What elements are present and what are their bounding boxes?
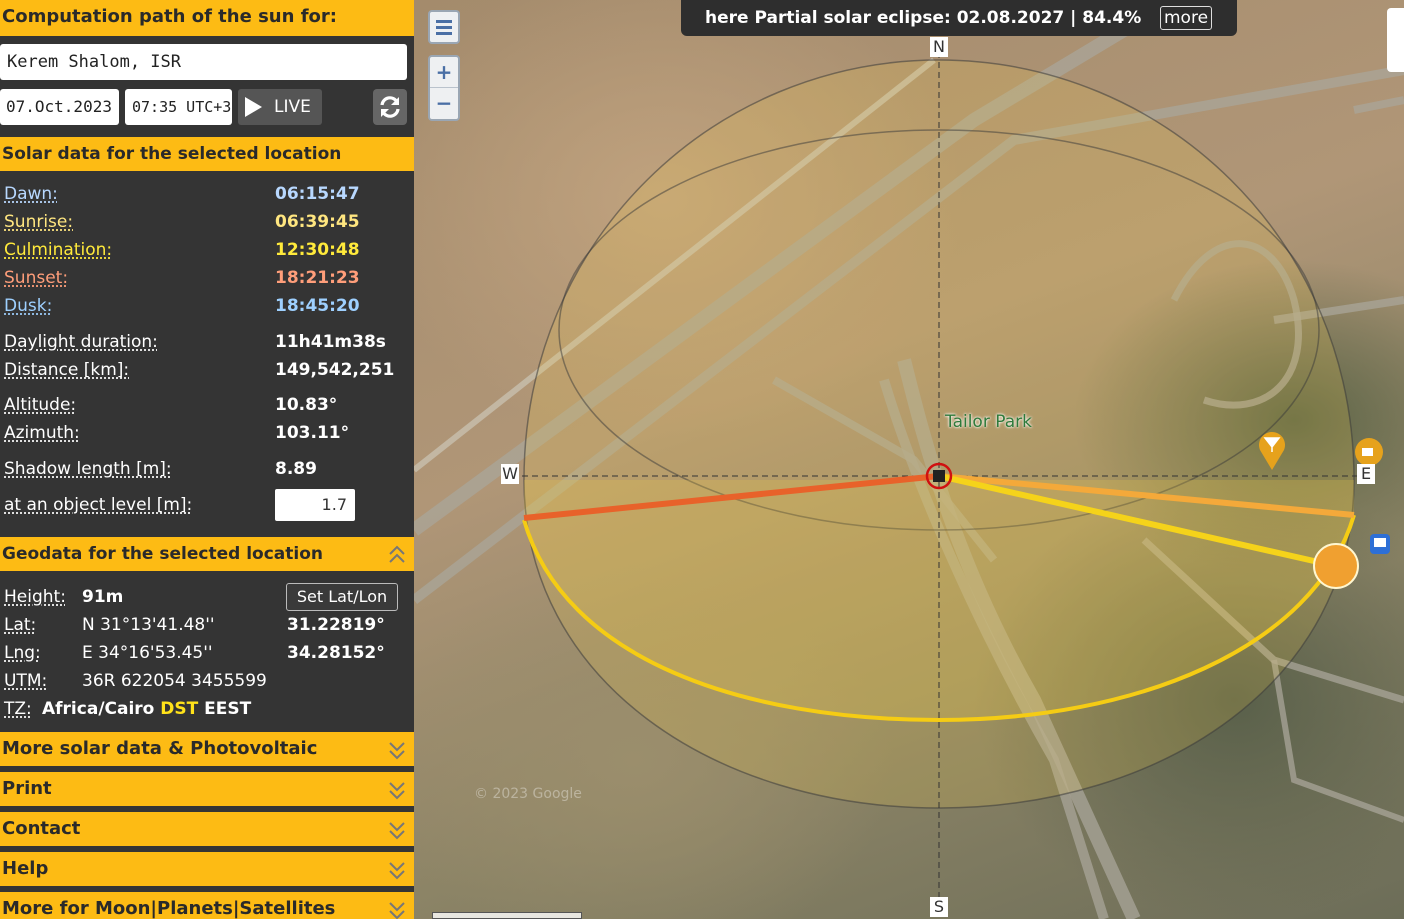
- section-label: Print: [2, 778, 52, 799]
- zoom-in-button[interactable]: +: [430, 57, 458, 88]
- lat-dms: N 31°13'41.48'': [82, 615, 215, 635]
- refresh-button[interactable]: [373, 89, 407, 125]
- time-input[interactable]: 07:35 UTC+3: [125, 89, 232, 125]
- expand-icon: [389, 902, 405, 919]
- utm-value: 36R 622054 3455599: [82, 671, 267, 691]
- lng-decimal: 34.28152°: [287, 643, 385, 663]
- distance-value: 149,542,251: [275, 360, 395, 380]
- section-more-solar[interactable]: More solar data & Photovoltaic: [0, 732, 414, 766]
- height-value: 91m: [82, 587, 124, 607]
- live-button[interactable]: LIVE: [238, 89, 322, 125]
- tz-dst: DST: [160, 699, 199, 719]
- live-label: LIVE: [274, 97, 311, 117]
- lat-label[interactable]: Lat:: [4, 612, 36, 638]
- lat-decimal: 31.22819°: [287, 615, 385, 635]
- layer-switch-button[interactable]: [1387, 8, 1404, 72]
- expand-icon: [389, 822, 405, 840]
- utm-label[interactable]: UTM:: [4, 668, 47, 694]
- map-menu-button[interactable]: [428, 10, 460, 44]
- lat-row: Lat: N 31°13'41.48'' 31.22819°: [4, 612, 410, 638]
- expand-icon: [389, 742, 405, 760]
- daylight-label[interactable]: Daylight duration:: [4, 329, 158, 355]
- shadow-value: 8.89: [275, 459, 317, 479]
- collapsed-sections: More solar data & Photovoltaic Print Con…: [0, 732, 414, 919]
- compass-north-label: N: [930, 37, 948, 57]
- map-overlay: [414, 0, 1404, 919]
- section-print[interactable]: Print: [0, 772, 414, 806]
- set-latlon-button[interactable]: Set Lat/Lon: [286, 583, 398, 611]
- culmination-label[interactable]: Culmination:: [4, 237, 112, 263]
- height-label[interactable]: Height:: [4, 584, 66, 610]
- section-contact[interactable]: Contact: [0, 812, 414, 846]
- location-marker-center: [933, 470, 945, 482]
- shadow-label[interactable]: Shadow length [m]:: [4, 456, 172, 482]
- poi-label[interactable]: Tailor Park: [945, 412, 1032, 432]
- date-input[interactable]: 07.Oct.2023: [0, 89, 119, 125]
- eclipse-more-button[interactable]: more: [1160, 6, 1213, 30]
- sunrise-label[interactable]: Sunrise:: [4, 209, 73, 235]
- menu-bar: [436, 20, 452, 23]
- sidebar: Computation path of the sun for: Kerem S…: [0, 0, 414, 919]
- sunset-value: 18:21:23: [275, 268, 360, 288]
- map-watermark: © 2023 Google: [474, 786, 582, 802]
- expand-icon: [389, 862, 405, 880]
- tz-value: Africa/Cairo DST EEST: [42, 696, 251, 722]
- azimuth-label[interactable]: Azimuth:: [4, 420, 80, 446]
- collapse-icon: [389, 545, 405, 563]
- bus-stop-icon[interactable]: [1370, 534, 1390, 554]
- culmination-value: 12:30:48: [275, 240, 360, 260]
- map-view[interactable]: + − here Partial solar eclipse: 02.08.20…: [414, 0, 1404, 919]
- section-help[interactable]: Help: [0, 852, 414, 886]
- sun-path-diagram: [512, 52, 1364, 900]
- dusk-label[interactable]: Dusk:: [4, 293, 52, 319]
- refresh-icon: [380, 96, 400, 118]
- sunrise-value: 06:39:45: [275, 212, 360, 232]
- dawn-label[interactable]: Dawn:: [4, 181, 58, 207]
- section-label: More solar data & Photovoltaic: [2, 738, 318, 759]
- azimuth-value: 103.11°: [275, 423, 350, 443]
- menu-bar: [436, 32, 452, 35]
- section-label: Contact: [2, 818, 81, 839]
- distance-label[interactable]: Distance [km]:: [4, 357, 129, 383]
- dusk-value: 18:45:20: [275, 296, 360, 316]
- section-label: More for Moon|Planets|Satellites: [2, 898, 336, 919]
- lng-dms: E 34°16'53.45'': [82, 643, 213, 663]
- tz-row: TZ: Africa/Cairo DST EEST: [4, 696, 410, 722]
- daylight-value: 11h41m38s: [275, 332, 386, 352]
- geodata-header-label: Geodata for the selected location: [2, 544, 323, 564]
- lng-label[interactable]: Lng:: [4, 640, 41, 666]
- location-title: Computation path of the sun for:: [0, 0, 414, 36]
- eclipse-text: here Partial solar eclipse: 02.08.2027 |…: [705, 8, 1142, 28]
- solar-data-header: Solar data for the selected location: [0, 137, 414, 171]
- sunset-label[interactable]: Sunset:: [4, 265, 68, 291]
- menu-bar: [436, 26, 452, 29]
- section-moon-planets[interactable]: More for Moon|Planets|Satellites: [0, 892, 414, 919]
- compass-south-label: S: [930, 897, 948, 917]
- lng-row: Lng: E 34°16'53.45'' 34.28152°: [4, 640, 410, 666]
- utm-row: UTM: 36R 622054 3455599: [4, 668, 410, 694]
- zoom-control: + −: [428, 55, 460, 121]
- altitude-value: 10.83°: [275, 395, 338, 415]
- object-level-input[interactable]: 1.7: [275, 489, 355, 521]
- sun-icon[interactable]: [1313, 543, 1359, 589]
- compass-east-label: E: [1357, 464, 1375, 484]
- tz-zone: Africa/Cairo: [42, 699, 155, 719]
- object-level-label[interactable]: at an object level [m]:: [4, 492, 192, 518]
- location-search-input[interactable]: Kerem Shalom, ISR: [0, 44, 407, 80]
- zoom-out-button[interactable]: −: [430, 88, 458, 119]
- play-icon: [245, 97, 262, 117]
- tz-abbr: EEST: [204, 699, 252, 719]
- compass-west-label: W: [501, 464, 519, 484]
- eclipse-banner: here Partial solar eclipse: 02.08.2027 |…: [681, 0, 1237, 36]
- section-label: Help: [2, 858, 49, 879]
- dawn-value: 06:15:47: [275, 184, 360, 204]
- altitude-label[interactable]: Altitude:: [4, 392, 76, 418]
- map-scale-bar: [432, 912, 582, 919]
- tz-label[interactable]: TZ:: [4, 696, 32, 722]
- cafe-pin-icon[interactable]: [1355, 438, 1383, 466]
- geodata-header[interactable]: Geodata for the selected location: [0, 537, 414, 571]
- expand-icon: [389, 782, 405, 800]
